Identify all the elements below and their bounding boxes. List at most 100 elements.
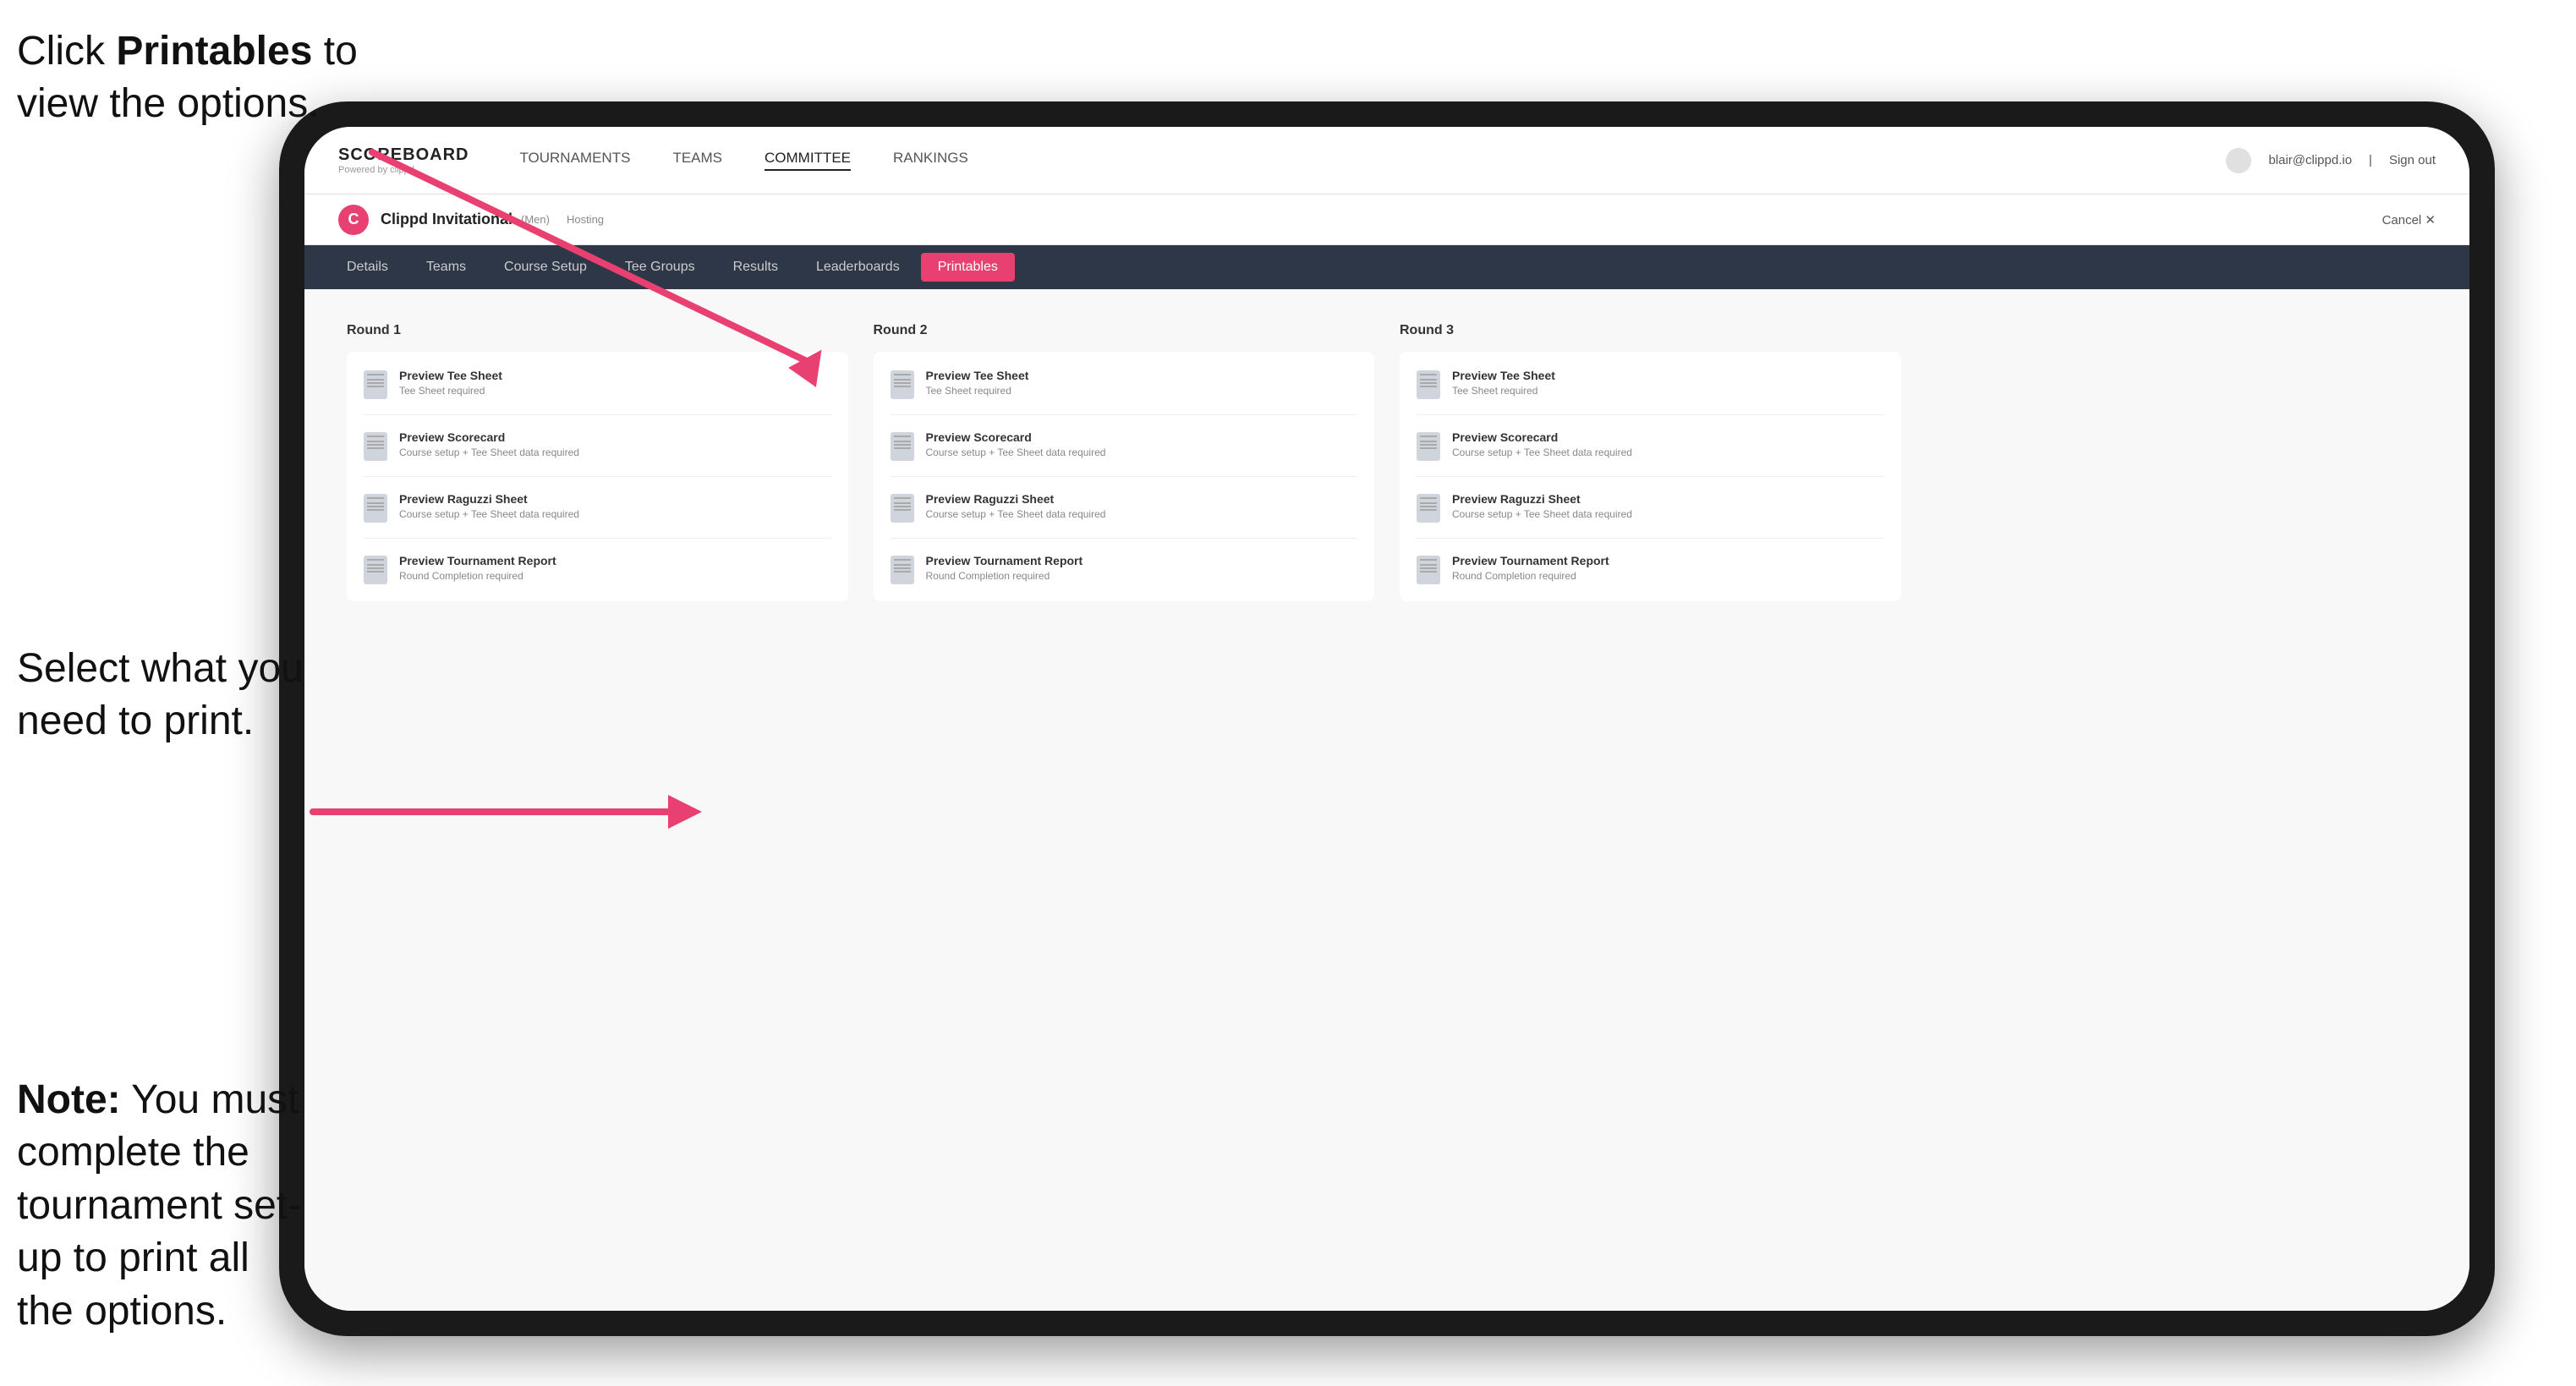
round3-scorecard[interactable]: Preview Scorecard Course setup + Tee She…: [1417, 430, 1884, 461]
round1-raguzzi[interactable]: Preview Raguzzi Sheet Course setup + Tee…: [364, 492, 831, 523]
round1-raguzzi-sub: Course setup + Tee Sheet data required: [399, 508, 579, 520]
round2-raguzzi-title: Preview Raguzzi Sheet: [926, 492, 1106, 506]
round2-scorecard-title: Preview Scorecard: [926, 430, 1106, 444]
divider: [364, 538, 831, 539]
round2-scorecard[interactable]: Preview Scorecard Course setup + Tee She…: [891, 430, 1358, 461]
round3-tee-sheet-sub: Tee Sheet required: [1452, 385, 1555, 397]
tournament-name: Clippd Invitational: [381, 211, 512, 228]
round2-scorecard-sub: Course setup + Tee Sheet data required: [926, 446, 1106, 458]
round2-tee-sheet[interactable]: Preview Tee Sheet Tee Sheet required: [891, 369, 1358, 399]
round3-report-title: Preview Tournament Report: [1452, 554, 1609, 567]
nav-rankings[interactable]: RANKINGS: [893, 150, 968, 171]
tee-sheet-icon: [364, 370, 387, 399]
tab-details[interactable]: Details: [330, 253, 405, 282]
tournament-badge: (Men): [521, 213, 550, 226]
round3-raguzzi-sub: Course setup + Tee Sheet data required: [1452, 508, 1632, 520]
round-3-card: Preview Tee Sheet Tee Sheet required Pre…: [1400, 352, 1901, 601]
tee-sheet-icon-2: [891, 370, 914, 399]
round1-tee-sheet[interactable]: Preview Tee Sheet Tee Sheet required: [364, 369, 831, 399]
round-3-column: Round 3 Preview Tee Sheet Tee Sheet requ…: [1400, 323, 1901, 601]
sign-out-link[interactable]: Sign out: [2389, 153, 2436, 167]
round1-tournament-report[interactable]: Preview Tournament Report Round Completi…: [364, 554, 831, 584]
tournament-report-icon: [364, 556, 387, 584]
round1-scorecard-title: Preview Scorecard: [399, 430, 579, 444]
round3-tee-sheet[interactable]: Preview Tee Sheet Tee Sheet required: [1417, 369, 1884, 399]
instruction-top: Click Printables toview the options.: [17, 25, 358, 131]
separator: |: [2369, 153, 2372, 167]
round3-scorecard-sub: Course setup + Tee Sheet data required: [1452, 446, 1632, 458]
tournament-report-icon-3: [1417, 556, 1440, 584]
instruction-bottom: Note: You must complete the tournament s…: [17, 1074, 304, 1338]
tab-printables[interactable]: Printables: [921, 253, 1015, 282]
nav-teams[interactable]: TEAMS: [672, 150, 722, 171]
round2-raguzzi-sub: Course setup + Tee Sheet data required: [926, 508, 1106, 520]
nav-right: blair@clippd.io | Sign out: [2226, 148, 2436, 173]
tab-course-setup[interactable]: Course Setup: [487, 253, 604, 282]
logo-sub: Powered by clippd: [338, 165, 469, 175]
round2-tournament-report[interactable]: Preview Tournament Report Round Completi…: [891, 554, 1358, 584]
rounds-container: Round 1 Preview Tee Sheet Tee Sheet requ…: [347, 323, 2427, 601]
round1-scorecard[interactable]: Preview Scorecard Course setup + Tee She…: [364, 430, 831, 461]
top-nav: SCOREBOARD Powered by clippd TOURNAMENTS…: [304, 127, 2469, 194]
printables-bold: Printables: [116, 29, 312, 74]
scoreboard-logo: SCOREBOARD Powered by clippd: [338, 145, 469, 175]
divider: [1417, 414, 1884, 415]
round-1-column: Round 1 Preview Tee Sheet Tee Sheet requ…: [347, 323, 848, 601]
raguzzi-icon-3: [1417, 494, 1440, 523]
round3-tournament-report[interactable]: Preview Tournament Report Round Completi…: [1417, 554, 1884, 584]
round-1-title: Round 1: [347, 323, 848, 338]
main-content: Round 1 Preview Tee Sheet Tee Sheet requ…: [304, 289, 2469, 1311]
divider: [364, 476, 831, 477]
round2-raguzzi[interactable]: Preview Raguzzi Sheet Course setup + Tee…: [891, 492, 1358, 523]
tournament-status: Hosting: [567, 213, 604, 226]
divider: [1417, 538, 1884, 539]
scorecard-icon: [364, 432, 387, 461]
instruction-mid: Select what you need to print.: [17, 643, 304, 748]
user-avatar: [2226, 148, 2251, 173]
sub-tabs: Details Teams Course Setup Tee Groups Re…: [304, 245, 2469, 289]
tab-teams[interactable]: Teams: [409, 253, 483, 282]
round2-tee-sheet-sub: Tee Sheet required: [926, 385, 1029, 397]
round-1-card: Preview Tee Sheet Tee Sheet required Pre…: [347, 352, 848, 601]
empty-column: [1927, 323, 2428, 601]
round1-report-sub: Round Completion required: [399, 570, 556, 582]
tournament-header: C Clippd Invitational (Men) Hosting Canc…: [304, 194, 2469, 245]
tournament-logo: C: [338, 205, 369, 235]
nav-links: TOURNAMENTS TEAMS COMMITTEE RANKINGS: [519, 150, 2226, 171]
round1-raguzzi-title: Preview Raguzzi Sheet: [399, 492, 579, 506]
raguzzi-icon: [364, 494, 387, 523]
round1-scorecard-sub: Course setup + Tee Sheet data required: [399, 446, 579, 458]
logo-title: SCOREBOARD: [338, 145, 469, 165]
round1-report-title: Preview Tournament Report: [399, 554, 556, 567]
tablet-frame: SCOREBOARD Powered by clippd TOURNAMENTS…: [279, 101, 2495, 1336]
round2-report-title: Preview Tournament Report: [926, 554, 1083, 567]
round1-tee-sheet-sub: Tee Sheet required: [399, 385, 502, 397]
round3-tee-sheet-title: Preview Tee Sheet: [1452, 369, 1555, 382]
cancel-button[interactable]: Cancel ✕: [2382, 212, 2436, 227]
user-email: blair@clippd.io: [2268, 153, 2352, 167]
tablet-screen: SCOREBOARD Powered by clippd TOURNAMENTS…: [304, 127, 2469, 1311]
round-2-card: Preview Tee Sheet Tee Sheet required Pre…: [874, 352, 1375, 601]
divider: [364, 414, 831, 415]
tab-tee-groups[interactable]: Tee Groups: [608, 253, 712, 282]
round3-raguzzi-title: Preview Raguzzi Sheet: [1452, 492, 1632, 506]
round2-tee-sheet-title: Preview Tee Sheet: [926, 369, 1029, 382]
divider: [891, 538, 1358, 539]
nav-committee[interactable]: COMMITTEE: [765, 150, 851, 171]
nav-tournaments[interactable]: TOURNAMENTS: [519, 150, 630, 171]
round3-scorecard-title: Preview Scorecard: [1452, 430, 1632, 444]
scorecard-icon-3: [1417, 432, 1440, 461]
tab-results[interactable]: Results: [716, 253, 795, 282]
round-3-title: Round 3: [1400, 323, 1901, 338]
divider: [891, 476, 1358, 477]
tab-leaderboards[interactable]: Leaderboards: [799, 253, 917, 282]
divider: [1417, 476, 1884, 477]
round-2-column: Round 2 Preview Tee Sheet Tee Sheet requ…: [874, 323, 1375, 601]
round3-report-sub: Round Completion required: [1452, 570, 1609, 582]
round-2-title: Round 2: [874, 323, 1375, 338]
raguzzi-icon-2: [891, 494, 914, 523]
round3-raguzzi[interactable]: Preview Raguzzi Sheet Course setup + Tee…: [1417, 492, 1884, 523]
scorecard-icon-2: [891, 432, 914, 461]
tournament-report-icon-2: [891, 556, 914, 584]
round2-report-sub: Round Completion required: [926, 570, 1083, 582]
